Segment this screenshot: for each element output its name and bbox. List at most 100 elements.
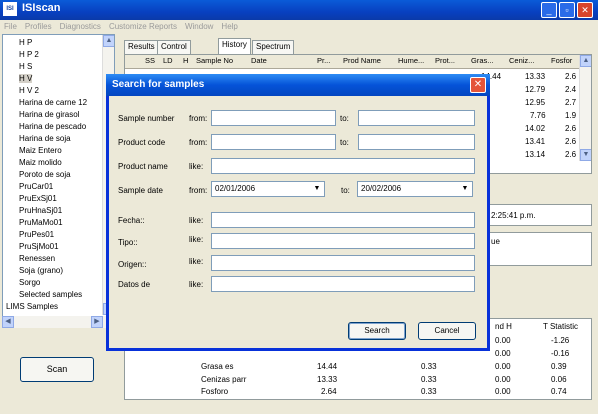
tab-results[interactable]: Results (124, 40, 159, 54)
col-header[interactable]: H (183, 56, 188, 65)
tab-history[interactable]: History (218, 38, 251, 54)
search-button[interactable]: Search (348, 322, 406, 340)
cancel-button[interactable]: Cancel (418, 322, 476, 340)
datos-input[interactable] (211, 276, 475, 292)
col-header[interactable]: Pr... (317, 56, 330, 65)
chevron-down-icon[interactable]: ▼ (311, 183, 323, 195)
app-title: ISIscan (22, 2, 61, 14)
product-code-from-input[interactable] (211, 134, 336, 150)
scroll-down-icon[interactable]: ▼ (580, 149, 591, 161)
stats-cell: 0.74 (551, 387, 567, 396)
product-tree[interactable]: H P H P 2 H S H V H V 2 Harina de carne … (2, 34, 115, 328)
fecha-input[interactable] (211, 212, 475, 228)
close-app-button[interactable]: ✕ (577, 2, 593, 18)
grid-cell: 7.76 (530, 111, 546, 120)
dialog-close-icon[interactable]: ✕ (470, 77, 486, 93)
col-header[interactable]: Prot... (435, 56, 455, 65)
grid-cell: 2.6 (565, 72, 577, 81)
grid-cell: 13.14 (525, 150, 546, 159)
menu-profiles[interactable]: Profiles (21, 20, 56, 33)
tree-item[interactable]: H V 2 (19, 86, 39, 95)
restore-button[interactable]: ▫ (559, 2, 575, 18)
col-header[interactable]: Prod Name (343, 56, 381, 65)
tree-item[interactable]: Harina de carne 12 (19, 98, 87, 107)
scroll-up-icon[interactable]: ▲ (580, 55, 591, 67)
stats-cell: 0.39 (551, 362, 567, 371)
grid-vertical-scrollbar[interactable]: ▲ ▼ (579, 55, 591, 161)
tree-item[interactable]: PruCar01 (19, 182, 53, 191)
minimize-button[interactable]: _ (541, 2, 557, 18)
sample-number-to-label: to: (340, 114, 349, 123)
tree-item[interactable]: Maiz Entero (19, 146, 62, 155)
tab-spectrum[interactable]: Spectrum (252, 40, 295, 54)
menu-help[interactable]: Help (217, 20, 241, 33)
tree-item[interactable]: PruSjMo01 (19, 242, 59, 251)
tree-item[interactable]: H P 2 (19, 50, 39, 59)
grid-cell: 2.7 (565, 98, 577, 107)
tree-horizontal-scrollbar[interactable]: ◀ ▶ (2, 316, 115, 328)
tree-item[interactable]: Selected samples (19, 290, 82, 299)
tree-item[interactable]: Harina de girasol (19, 110, 79, 119)
grid-cell: 2.6 (565, 124, 577, 133)
tree-item[interactable]: PruMaMo01 (19, 218, 63, 227)
tree-item[interactable]: Poroto de soja (19, 170, 71, 179)
tree-item[interactable]: Soja (grano) (19, 266, 63, 275)
stats-cell: 0.33 (421, 375, 437, 384)
stats-cell: 0.00 (495, 387, 511, 396)
tree-item[interactable]: PruHnaSj01 (19, 206, 62, 215)
col-header[interactable]: Hume... (398, 56, 424, 65)
tree-item[interactable]: H P (19, 38, 32, 47)
scroll-left-icon[interactable]: ◀ (2, 316, 14, 328)
info-time: 2:25:41 p.m. (491, 211, 536, 220)
tree-item[interactable]: Harina de pescado (19, 122, 86, 131)
product-code-to-input[interactable] (358, 134, 475, 150)
tree-root-lims[interactable]: LIMS Samples (6, 302, 58, 311)
sample-date-from-picker[interactable]: 02/01/2006 ▼ (211, 181, 325, 197)
tipo-label: Tipo:: (118, 238, 138, 247)
menu-window[interactable]: Window (181, 20, 217, 33)
sample-number-from-input[interactable] (211, 110, 336, 126)
scroll-right-icon[interactable]: ▶ (91, 316, 103, 328)
product-name-input[interactable] (211, 158, 475, 174)
chevron-down-icon[interactable]: ▼ (459, 183, 471, 195)
grid-cell: 14.02 (525, 124, 546, 133)
tree-item[interactable]: Harina de soja (19, 134, 71, 143)
sample-date-to-picker[interactable]: 20/02/2006 ▼ (357, 181, 473, 197)
tree-item[interactable]: PruExSj01 (19, 194, 57, 203)
col-header[interactable]: Date (251, 56, 267, 65)
grid-cell: 2.6 (565, 137, 577, 146)
menu-diagnostics[interactable]: Diagnostics (56, 20, 105, 33)
tree-item-selected[interactable]: H V (19, 74, 33, 83)
scroll-up-icon[interactable]: ▲ (103, 35, 114, 47)
datos-label: Datos de (118, 280, 151, 289)
menu-bar: File Profiles Diagnostics Customize Reports… (0, 20, 598, 33)
stats-cell: -1.26 (551, 336, 570, 345)
product-code-label: Product code (118, 138, 166, 147)
col-header[interactable]: SS (145, 56, 155, 65)
sample-date-label: Sample date (118, 186, 163, 195)
stats-cell: 0.00 (495, 375, 511, 384)
tree-item[interactable]: Renessen (19, 254, 55, 263)
scan-button[interactable]: Scan (20, 357, 94, 382)
menu-file[interactable]: File (0, 20, 21, 33)
app-titlebar: ISI ISIscan _ ▫ ✕ (0, 0, 598, 20)
product-name-like-label: like: (189, 162, 204, 171)
col-header[interactable]: Ceniz... (509, 56, 534, 65)
origen-input[interactable] (211, 255, 475, 271)
tipo-input[interactable] (211, 233, 475, 249)
tab-control-charts[interactable]: Control Charts (157, 40, 191, 63)
grid-cell: 1.9 (565, 111, 577, 120)
col-header[interactable]: LD (163, 56, 173, 65)
tree-item[interactable]: Sorgo (19, 278, 40, 287)
search-dialog: Search for samples ✕ Sample number from:… (106, 74, 490, 351)
tree-item[interactable]: H S (19, 62, 32, 71)
tree-item[interactable]: Maiz molido (19, 158, 62, 167)
stats-cell: 0.06 (551, 375, 567, 384)
col-header[interactable]: Gras... (471, 56, 494, 65)
menu-customize-reports[interactable]: Customize Reports (105, 20, 181, 33)
origen-like-label: like: (189, 257, 204, 266)
col-header[interactable]: Sample No (196, 56, 233, 65)
sample-number-to-input[interactable] (358, 110, 475, 126)
col-header[interactable]: Fosfor (551, 56, 572, 65)
tree-item[interactable]: PruPes01 (19, 230, 54, 239)
